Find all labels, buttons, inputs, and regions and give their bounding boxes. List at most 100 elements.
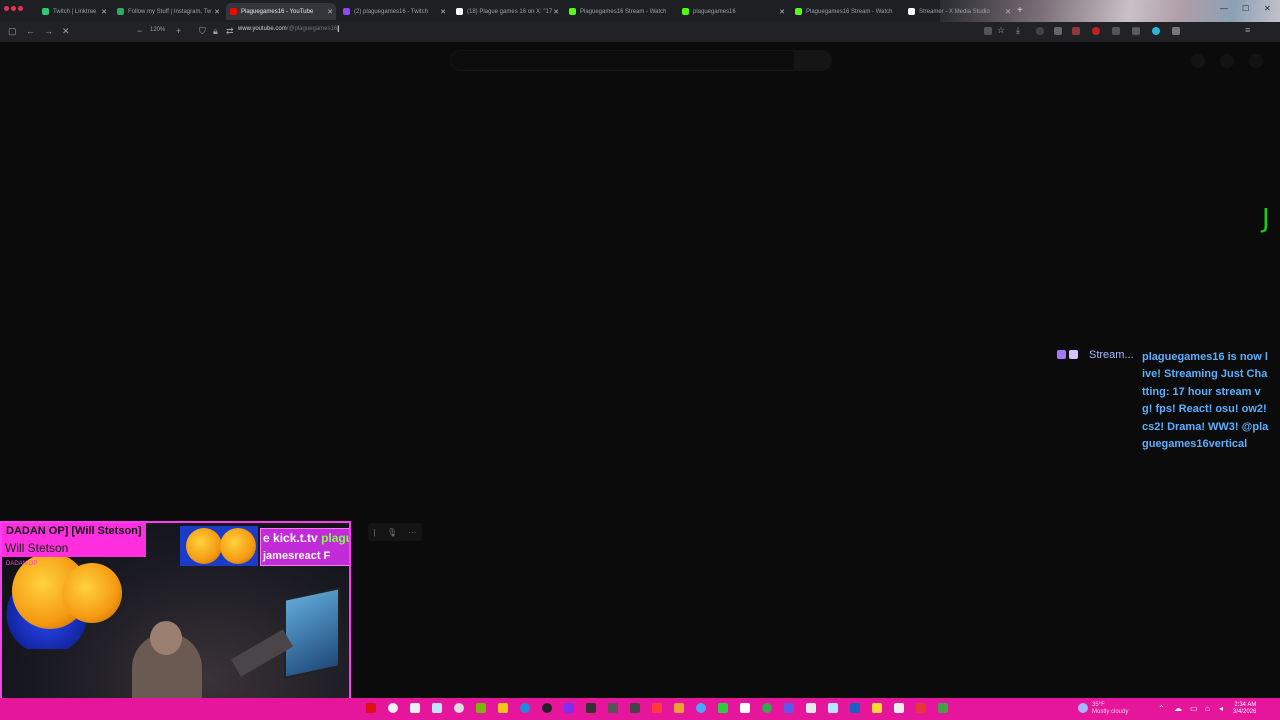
- app-icon[interactable]: [784, 703, 794, 713]
- kick-prefix: e: [263, 531, 270, 545]
- shield-icon[interactable]: ⛉: [199, 26, 206, 37]
- create-icon[interactable]: [1191, 54, 1205, 68]
- tab-kick-3[interactable]: Plaguegames16 Stream - Watch: [791, 3, 901, 20]
- close-icon[interactable]: ✕: [440, 8, 446, 16]
- close-icon[interactable]: ✕: [553, 8, 559, 16]
- stream-alert-label: Stream...: [1089, 349, 1134, 361]
- app-icon[interactable]: [498, 703, 508, 713]
- mouse-cursor-icon: I: [337, 24, 340, 34]
- tab-linktree[interactable]: Twitch | Linktree ✕: [38, 3, 110, 20]
- hearts-icon: [4, 6, 23, 11]
- close-window-icon[interactable]: ✕: [1264, 4, 1271, 13]
- menu-icon[interactable]: ≡: [1245, 25, 1250, 35]
- maximize-icon[interactable]: ☐: [1242, 4, 1249, 13]
- extension-icon[interactable]: [1132, 27, 1140, 35]
- close-icon[interactable]: ✕: [1005, 8, 1011, 16]
- close-icon[interactable]: ✕: [779, 8, 785, 16]
- notifications-icon[interactable]: [1220, 54, 1234, 68]
- extension-icon[interactable]: [1054, 27, 1062, 35]
- zoom-in-icon[interactable]: +: [176, 26, 181, 36]
- extension-icon[interactable]: [1172, 27, 1180, 35]
- webcam-overlay: e kick.t.tv plagu jamesreact F DADAN OP]…: [0, 521, 351, 720]
- browser-toolbar: ▢ ← → ✕ − 120% + ⛉ 🔒︎ ⇄ www.youtube.com/…: [0, 22, 1280, 42]
- sidebar-icon[interactable]: ▢: [8, 26, 17, 37]
- tab-x-media-studio[interactable]: Streamer - X Media Studio ✕: [904, 3, 1014, 20]
- search-button[interactable]: [795, 50, 832, 71]
- url-host: www.youtube.com: [238, 26, 287, 32]
- close-icon[interactable]: ✕: [327, 8, 333, 16]
- app-icon[interactable]: [718, 703, 728, 713]
- app-icon[interactable]: [806, 703, 816, 713]
- extension-icon[interactable]: [1036, 27, 1044, 35]
- extension-icon[interactable]: [1092, 27, 1100, 35]
- app-icon[interactable]: [630, 703, 640, 713]
- minimize-icon[interactable]: —: [1220, 4, 1228, 13]
- system-clock[interactable]: 2:34 AM 3/4/2026: [1233, 702, 1256, 716]
- app-icon[interactable]: [366, 703, 376, 713]
- app-icon[interactable]: [850, 703, 860, 713]
- forward-icon[interactable]: →: [44, 26, 53, 36]
- bot-icon: [1069, 350, 1078, 359]
- reader-icon[interactable]: [984, 27, 992, 35]
- monitor-icon[interactable]: ▭: [1190, 704, 1198, 713]
- extension-icon[interactable]: [1072, 27, 1080, 35]
- tab-kick-1[interactable]: Plaguegames16 Stream - Watch: [565, 3, 675, 20]
- zoom-out-icon[interactable]: −: [137, 26, 142, 36]
- tab-x[interactable]: (18) Plague games 16 on X: "17 ✕: [452, 3, 562, 20]
- bookmark-star-icon[interactable]: ☆: [997, 25, 1005, 36]
- app-icon[interactable]: [740, 703, 750, 713]
- extension-icon[interactable]: [1152, 27, 1160, 35]
- url-path: /@plaguegames16: [286, 26, 338, 32]
- cloud-icon[interactable]: ☁︎: [1174, 704, 1182, 713]
- volume-icon[interactable]: ◂: [1219, 704, 1223, 713]
- stop-loading-icon[interactable]: ✕: [62, 26, 70, 37]
- app-icon[interactable]: [938, 703, 948, 713]
- app-icon[interactable]: [388, 703, 398, 713]
- microphone-icon[interactable]: 🎙︎: [387, 528, 397, 537]
- close-icon[interactable]: ✕: [101, 8, 107, 16]
- avatar[interactable]: [1249, 54, 1263, 68]
- back-icon[interactable]: ←: [26, 26, 35, 36]
- tab-instagram[interactable]: Follow my Stuff | Instagram, Tw ✕: [113, 3, 223, 20]
- app-icon[interactable]: [432, 703, 442, 713]
- search-input[interactable]: [450, 50, 795, 71]
- app-icon[interactable]: [608, 703, 618, 713]
- weather-icon[interactable]: [1078, 703, 1088, 713]
- clock-time: 2:34 AM: [1234, 702, 1257, 708]
- app-icon[interactable]: [872, 703, 882, 713]
- screen: Twitch | Linktree ✕ Follow my Stuff | In…: [0, 0, 1280, 720]
- new-tab-button[interactable]: +: [1017, 5, 1023, 16]
- more-icon[interactable]: ···: [408, 528, 416, 537]
- download-icon[interactable]: ⤓: [1016, 25, 1020, 36]
- chrome-icon[interactable]: [762, 703, 772, 713]
- app-icon[interactable]: [410, 703, 420, 713]
- tab-title: Plaguegames16 Stream - Watch: [806, 8, 893, 15]
- obs-icon[interactable]: [542, 703, 552, 713]
- stream-alert-icons: [1057, 350, 1078, 359]
- app-icon[interactable]: [674, 703, 684, 713]
- zoom-level[interactable]: 120%: [150, 27, 165, 33]
- chevron-up-icon[interactable]: ⌃: [1158, 704, 1165, 713]
- nvidia-icon[interactable]: [476, 703, 486, 713]
- app-icon[interactable]: [828, 703, 838, 713]
- app-icon[interactable]: [696, 703, 706, 713]
- lock-icon[interactable]: 🔒︎: [213, 26, 218, 37]
- extension-icon[interactable]: [1112, 27, 1120, 35]
- tab-kick-2[interactable]: plaguegames16 ✕: [678, 3, 788, 20]
- app-icon[interactable]: [586, 703, 596, 713]
- tab-title: Streamer - X Media Studio: [919, 8, 990, 15]
- weather-widget[interactable]: 35°F Mostly cloudy: [1092, 702, 1128, 716]
- site-settings-icon[interactable]: ⇄: [226, 26, 234, 37]
- address-bar[interactable]: www.youtube.com/@plaguegames16: [238, 26, 337, 32]
- app-icon[interactable]: [454, 703, 464, 713]
- tab-youtube[interactable]: Plaguegames16 - YouTube ✕: [226, 3, 336, 20]
- text-cursor-icon[interactable]: |: [374, 528, 376, 537]
- close-icon[interactable]: ✕: [214, 8, 220, 16]
- app-icon[interactable]: [652, 703, 662, 713]
- tab-twitch[interactable]: (2) plaguegames16 - Twitch ✕: [339, 3, 449, 20]
- app-icon[interactable]: [916, 703, 926, 713]
- settings-icon[interactable]: [520, 703, 530, 713]
- network-icon[interactable]: ⌂: [1205, 704, 1210, 713]
- app-icon[interactable]: [564, 703, 574, 713]
- app-icon[interactable]: [894, 703, 904, 713]
